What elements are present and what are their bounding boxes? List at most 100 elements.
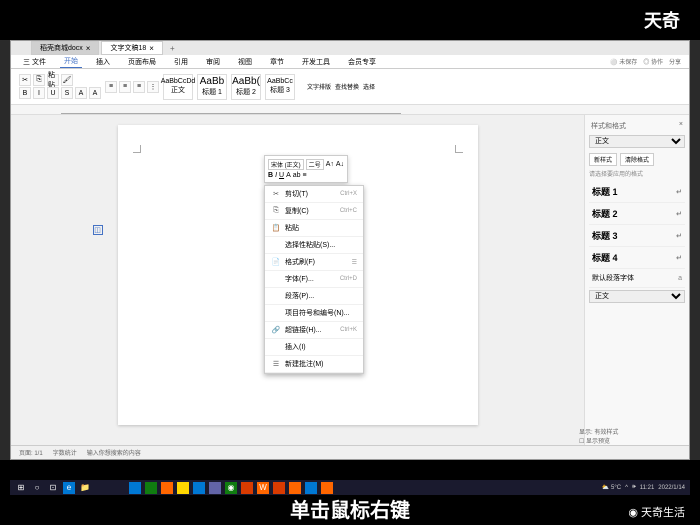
grow-font-icon[interactable]: A↑ [326,161,334,168]
bullets-icon[interactable]: ≡ [303,172,307,179]
app-icon[interactable] [161,482,173,494]
style-item-h4[interactable]: 标题 4↵ [589,247,685,269]
clear-format-button[interactable]: 清除格式 [620,153,654,166]
sound-icon[interactable]: 🕪 [632,484,636,491]
app-icon[interactable] [193,482,205,494]
app-icon[interactable] [289,482,301,494]
paste-button[interactable]: 粘贴 [47,74,59,86]
style-h2[interactable]: AaBb(标题 2 [231,74,261,100]
ribbon-vip[interactable]: 会员专享 [344,56,380,68]
strike-icon[interactable]: S [61,87,73,99]
style-h1[interactable]: AaBb标题 1 [197,74,227,100]
video-caption: 单击鼠标右键 [0,494,700,523]
ribbon-references[interactable]: 引用 [170,56,192,68]
add-tab-button[interactable]: + [165,44,180,53]
doc-tab-2[interactable]: 文字文稿18× [101,41,162,55]
ribbon-developer[interactable]: 开发工具 [298,56,334,68]
highlight-icon[interactable]: A [75,87,87,99]
underline-icon[interactable]: U [47,87,59,99]
menu-hyperlink[interactable]: 🔗超链接(H)...Ctrl+K [265,322,363,339]
menu-paragraph[interactable]: 段落(P)... [265,288,363,305]
format-painter-icon[interactable]: 🖌 [61,74,73,86]
close-icon[interactable]: × [86,44,91,53]
ribbon-file[interactable]: 三 文件 [19,56,50,68]
preview-checkbox[interactable]: ☐ 显示预览 [579,436,674,445]
style-item-h3[interactable]: 标题 3↵ [589,225,685,247]
cortana-icon[interactable]: ⊡ [47,482,59,494]
menu-format-painter[interactable]: 📄格式刷(F)☰ [265,254,363,271]
text-layout-button[interactable]: 文字排版 [307,82,331,91]
highlight-icon[interactable]: ab [293,172,301,179]
app-icon[interactable] [177,482,189,494]
style-h3[interactable]: AaBbCc标题 3 [265,74,295,100]
word-count[interactable]: 字数统计 [53,448,77,457]
tray-icon[interactable]: ^ [625,485,628,491]
body-style-select[interactable]: 正文 [589,290,685,303]
panel-close-icon[interactable]: × [679,121,683,131]
bold-icon[interactable]: B [268,172,273,179]
brand-bottom: ◉天奇生活 [628,504,685,520]
menu-font[interactable]: 字体(F)...Ctrl+D [265,271,363,288]
align-left-icon[interactable]: ≡ [105,81,117,93]
app-icon[interactable] [209,482,221,494]
bold-icon[interactable]: B [19,87,31,99]
style-normal[interactable]: AaBbCcDd正文 [163,74,193,100]
font-select[interactable]: 宋体 (正文) [268,159,304,170]
app-icon[interactable] [273,482,285,494]
menu-bullets[interactable]: 项目符号和编号(N)... [265,305,363,322]
search-hint[interactable]: 输入你想搜索的内容 [87,448,141,457]
current-style-select[interactable]: 正文 [589,135,685,148]
ribbon-section[interactable]: 章节 [266,56,288,68]
edge-icon[interactable]: e [63,482,75,494]
style-item-default-font[interactable]: 默认段落字体a [589,269,685,288]
ribbon-insert[interactable]: 插入 [92,56,114,68]
clock-date[interactable]: 2022/1/14 [658,485,685,491]
find-replace-button[interactable]: 查找替换 [335,82,359,91]
align-right-icon[interactable]: ≡ [133,81,145,93]
font-color-icon[interactable]: A [286,172,291,179]
ribbon-view[interactable]: 视图 [234,56,256,68]
menu-comment[interactable]: ☰新建批注(M) [265,356,363,373]
shrink-font-icon[interactable]: A↓ [336,161,344,168]
app-icon[interactable] [321,482,333,494]
copy-icon[interactable]: ⎘ [33,74,45,86]
ribbon-home[interactable]: 开始 [60,55,82,68]
menu-copy[interactable]: ⎘复制(C)Ctrl+C [265,203,363,220]
style-item-h1[interactable]: 标题 1↵ [589,181,685,203]
brand-top: 天奇 [644,7,680,33]
font-color-icon[interactable]: A [89,87,101,99]
align-center-icon[interactable]: ≡ [119,81,131,93]
weather-widget[interactable]: ⛅ 5°C [602,484,621,491]
select-button[interactable]: 选择 [363,82,375,91]
app-icon[interactable] [241,482,253,494]
italic-icon[interactable]: I [33,87,45,99]
cut-icon[interactable]: ✂ [19,74,31,86]
menu-insert[interactable]: 插入(I) [265,339,363,356]
wechat-icon[interactable]: ◉ [225,482,237,494]
app-icon[interactable] [305,482,317,494]
app-icon[interactable] [145,482,157,494]
search-icon[interactable]: ○ [31,482,43,494]
bullets-icon[interactable]: ⋮ [147,81,159,93]
explorer-icon[interactable]: 📁 [79,482,91,494]
doc-tab-1[interactable]: 稻壳商城docx× [31,41,99,55]
clock-time[interactable]: 11:21 [640,485,655,491]
wps-icon[interactable]: W [257,482,269,494]
menu-cut[interactable]: ✂剪切(T)Ctrl+X [265,186,363,203]
size-select[interactable]: 二号 [306,159,324,170]
share-label[interactable]: 分享 [669,57,681,66]
new-style-button[interactable]: 新样式 [589,153,617,166]
menu-paste-special[interactable]: 选择性粘贴(S)... [265,237,363,254]
close-icon[interactable]: × [149,44,154,53]
ribbon-review[interactable]: 审阅 [202,56,224,68]
start-icon[interactable]: ⊞ [15,482,27,494]
menu-paste[interactable]: 📋粘贴 [265,220,363,237]
italic-icon[interactable]: I [275,172,277,179]
underline-icon[interactable]: U [279,172,284,179]
painter-icon: 📄 [271,258,281,266]
style-item-h2[interactable]: 标题 2↵ [589,203,685,225]
ribbon-layout[interactable]: 页面布局 [124,56,160,68]
page-marker-icon[interactable]: ◫ [93,225,103,235]
collab-label[interactable]: ◎ 协作 [643,57,663,66]
app-icon[interactable] [129,482,141,494]
